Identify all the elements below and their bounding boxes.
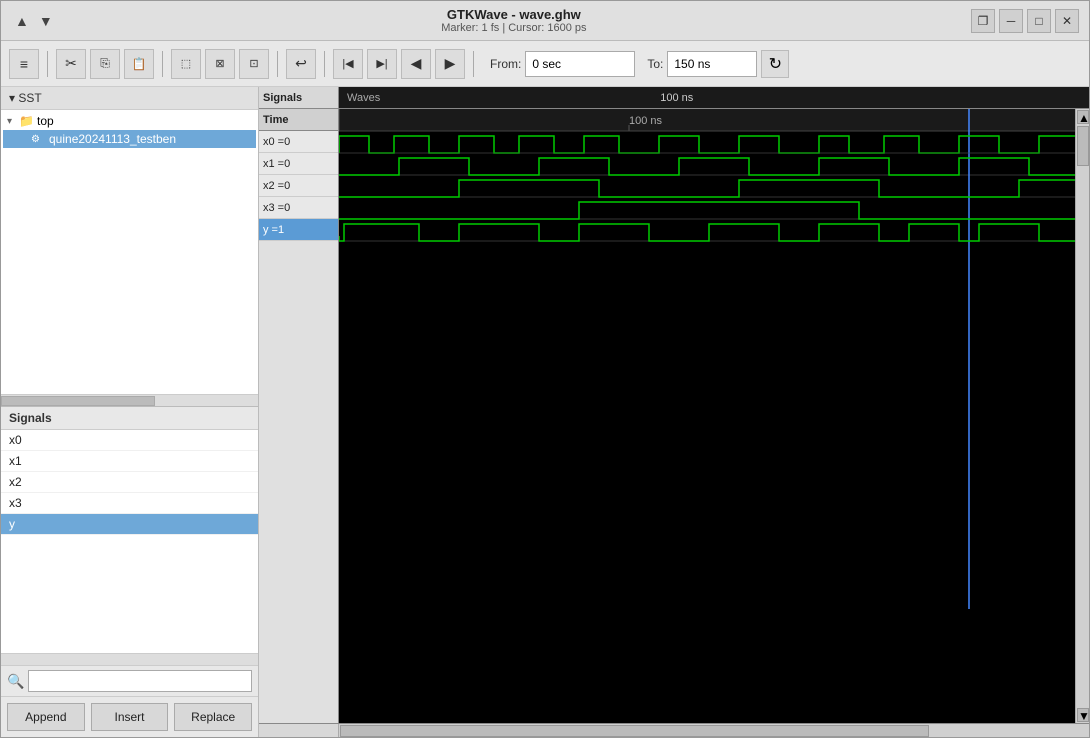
search-icon: 🔍	[7, 673, 24, 690]
vscroll-thumb[interactable]	[1077, 126, 1089, 166]
waves-col-header: Waves 100 ns	[339, 87, 1089, 108]
left-panel: ▾ SST ▾ 📁 top ⚙ quine20241113_testben	[1, 87, 259, 737]
arrow-up-btn[interactable]: ▲	[11, 11, 33, 31]
bottom-buttons: Append Insert Replace	[1, 696, 258, 737]
tree-icon-top: 📁	[19, 114, 35, 128]
search-input[interactable]	[28, 670, 252, 692]
wave-area: Signals Waves 100 ns Time x0 =0	[259, 87, 1089, 737]
sig-row-y[interactable]: y =1	[259, 219, 338, 241]
waveform-canvas[interactable]: 100 ns	[339, 109, 1075, 723]
window-title: GTKWave - wave.ghw	[447, 7, 581, 22]
tb-sep-3	[277, 51, 278, 77]
replace-btn[interactable]: Replace	[174, 703, 252, 731]
hscroll-track[interactable]	[339, 724, 1075, 737]
signals-col-header: Signals	[259, 87, 339, 108]
signal-item-x2[interactable]: x2	[1, 472, 258, 493]
main-window: ▲ ▼ GTKWave - wave.ghw Marker: 1 fs | Cu…	[0, 0, 1090, 738]
sst-header: ▾ SST	[1, 87, 258, 110]
titlebar-arrows: ▲ ▼	[11, 11, 57, 31]
tree-label-top: top	[37, 114, 54, 128]
tree-item-testbench[interactable]: ⚙ quine20241113_testben	[3, 130, 256, 148]
window-subtitle: Marker: 1 fs | Cursor: 1600 ps	[441, 22, 586, 34]
hscroll-left-spacer	[259, 724, 339, 737]
tree-toggle-top[interactable]: ▾	[7, 116, 19, 127]
vscroll-down-btn[interactable]: ▼	[1077, 708, 1089, 722]
close-btn[interactable]: ✕	[1055, 9, 1079, 33]
main-area: ▾ SST ▾ 📁 top ⚙ quine20241113_testben	[1, 87, 1089, 737]
sig-row-x3[interactable]: x3 =0	[259, 197, 338, 219]
signals-list[interactable]: x0 x1 x2 x3 y	[1, 430, 258, 653]
titlebar: ▲ ▼ GTKWave - wave.ghw Marker: 1 fs | Cu…	[1, 1, 1089, 41]
sst-section: ▾ SST ▾ 📁 top ⚙ quine20241113_testben	[1, 87, 258, 407]
toolbar: ≡ ✂ ⎘ 📋 ⬚ ⊠ ⊡ ↩ |◀ ▶| ◀ ▶ From: To: ↻	[1, 41, 1089, 87]
insert-btn[interactable]: Insert	[91, 703, 169, 731]
copy-btn[interactable]: ⎘	[90, 49, 120, 79]
maximize-btn[interactable]: □	[1027, 9, 1051, 33]
signal-item-x3[interactable]: x3	[1, 493, 258, 514]
menu-btn[interactable]: ≡	[9, 49, 39, 79]
time-header-cell: Time	[259, 109, 338, 131]
signals-waves-header: Signals Waves 100 ns	[259, 87, 1089, 109]
sst-tree[interactable]: ▾ 📁 top ⚙ quine20241113_testben	[1, 110, 258, 394]
tree-label-testbench: quine20241113_testben	[49, 132, 176, 146]
signals-section: Signals x0 x1 x2 x3 y	[1, 407, 258, 665]
sig-row-x1[interactable]: x1 =0	[259, 153, 338, 175]
tb-sep-1	[47, 51, 48, 77]
vertical-scrollbar[interactable]: ▲ ▼	[1075, 109, 1089, 723]
tree-icon-testbench: ⚙	[31, 134, 47, 145]
tb-sep-2	[162, 51, 163, 77]
sst-scrollbar-thumb[interactable]	[1, 396, 155, 406]
from-input[interactable]	[525, 51, 635, 77]
sig-row-x0[interactable]: x0 =0	[259, 131, 338, 153]
arrow-down-btn[interactable]: ▼	[35, 11, 57, 31]
cut-btn[interactable]: ✂	[56, 49, 86, 79]
vscroll-up-btn[interactable]: ▲	[1077, 110, 1089, 124]
paste-btn[interactable]: 📋	[124, 49, 154, 79]
go-end-btn[interactable]: ▶|	[367, 49, 397, 79]
restore-btn[interactable]: ❐	[971, 9, 995, 33]
signal-item-x1[interactable]: x1	[1, 451, 258, 472]
prev-btn[interactable]: ◀	[401, 49, 431, 79]
ruler-100ns-label: 100 ns	[660, 92, 693, 104]
horizontal-scrollbar[interactable]	[259, 723, 1089, 737]
signal-item-x0[interactable]: x0	[1, 430, 258, 451]
zoom-sel-btn[interactable]: ⊡	[239, 49, 269, 79]
waveform-svg: 100 ns	[339, 109, 1075, 723]
signal-names-column: Time x0 =0 x1 =0 x2 =0 x3 =0 y	[259, 109, 339, 723]
refresh-btn[interactable]: ↻	[761, 50, 789, 78]
sig-row-x2[interactable]: x2 =0	[259, 175, 338, 197]
to-label: To:	[647, 57, 663, 71]
zoom-fit-btn[interactable]: ⊠	[205, 49, 235, 79]
go-start-btn[interactable]: |◀	[333, 49, 363, 79]
signal-item-y[interactable]: y	[1, 514, 258, 535]
from-label: From:	[490, 57, 521, 71]
tb-sep-5	[473, 51, 474, 77]
titlebar-controls: ❐ ─ □ ✕	[971, 9, 1079, 33]
wave-rows-container: Time x0 =0 x1 =0 x2 =0 x3 =0 y	[259, 109, 1089, 723]
signals-header: Signals	[1, 407, 258, 430]
next-btn[interactable]: ▶	[435, 49, 465, 79]
tree-item-top[interactable]: ▾ 📁 top	[3, 112, 256, 130]
hscroll-right-spacer	[1075, 724, 1089, 737]
hscroll-thumb[interactable]	[340, 725, 929, 737]
search-bar: 🔍	[1, 665, 258, 696]
undo-btn[interactable]: ↩	[286, 49, 316, 79]
to-input[interactable]	[667, 51, 757, 77]
svg-text:100 ns: 100 ns	[629, 115, 663, 127]
minimize-btn[interactable]: ─	[999, 9, 1023, 33]
signals-scrollbar[interactable]	[1, 653, 258, 665]
select-all-btn[interactable]: ⬚	[171, 49, 201, 79]
append-btn[interactable]: Append	[7, 703, 85, 731]
sst-scrollbar[interactable]	[1, 394, 258, 406]
vscroll-track[interactable]	[1076, 167, 1089, 707]
titlebar-center: GTKWave - wave.ghw Marker: 1 fs | Cursor…	[441, 7, 586, 34]
tb-sep-4	[324, 51, 325, 77]
